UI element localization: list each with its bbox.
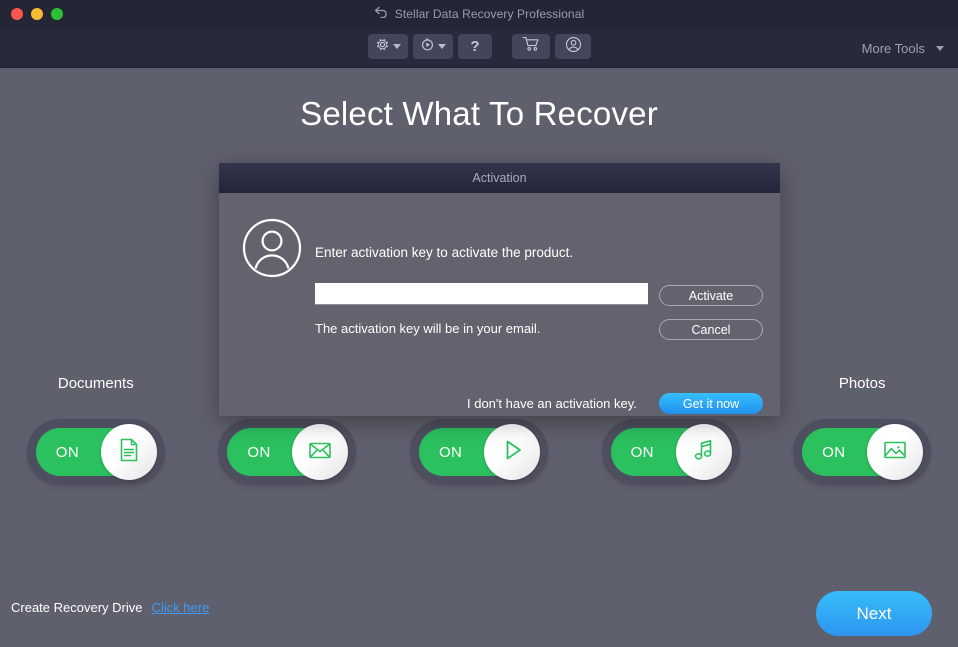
clock-restore-icon xyxy=(420,37,435,57)
create-recovery-drive-label: Create Recovery Drive xyxy=(11,600,143,615)
chevron-down-icon xyxy=(393,44,401,49)
window-titlebar: Stellar Data Recovery Professional xyxy=(0,0,958,28)
no-activation-key-text: I don't have an activation key. xyxy=(467,396,637,411)
dialog-prompt-text: Enter activation key to activate the pro… xyxy=(315,245,574,260)
account-button[interactable] xyxy=(555,34,591,59)
back-arrow-icon xyxy=(374,5,388,23)
toggle-knob xyxy=(483,424,540,480)
toggle-audio[interactable]: ON xyxy=(601,419,740,485)
music-note-icon xyxy=(690,436,718,469)
activation-key-input[interactable] xyxy=(315,283,648,305)
user-account-icon xyxy=(565,36,582,58)
gear-icon xyxy=(375,37,390,57)
toolbar-right-group xyxy=(512,34,591,59)
dialog-title: Activation xyxy=(472,171,527,185)
dialog-body: Enter activation key to activate the pro… xyxy=(219,193,780,416)
buy-now-cart-button[interactable] xyxy=(512,34,550,59)
page-title: Select What To Recover xyxy=(300,95,658,132)
more-tools-menu[interactable]: More Tools xyxy=(862,28,944,68)
help-button[interactable]: ? xyxy=(458,34,492,59)
shopping-cart-icon xyxy=(522,36,541,57)
toggle-state-label: ON xyxy=(822,443,846,461)
toolbar-left-group: ? xyxy=(368,34,492,59)
bottom-bar: Create Recovery Drive Click here Next xyxy=(0,579,958,647)
main-toolbar: ? More Tools xyxy=(0,28,958,68)
application-window: Stellar Data Recovery Professional ? Mor… xyxy=(0,0,958,647)
category-photos: Photos ON xyxy=(775,375,950,485)
cancel-button[interactable]: Cancel xyxy=(659,319,763,340)
dialog-titlebar: Activation xyxy=(219,163,780,193)
settings-button[interactable] xyxy=(368,34,408,59)
play-triangle-icon xyxy=(498,436,526,469)
chevron-down-icon xyxy=(438,44,446,49)
traffic-light-group xyxy=(11,8,63,20)
toggle-state-label: ON xyxy=(630,443,654,461)
toggle-videos[interactable]: ON xyxy=(409,419,548,485)
close-button[interactable] xyxy=(11,8,23,20)
toggle-knob xyxy=(100,424,157,480)
minimize-button[interactable] xyxy=(31,8,43,20)
create-recovery-drive-link[interactable]: Click here xyxy=(152,600,210,615)
toggle-emails[interactable]: ON xyxy=(218,419,357,485)
document-icon xyxy=(115,436,143,469)
window-title-area: Stellar Data Recovery Professional xyxy=(0,0,958,28)
toggle-documents[interactable]: ON xyxy=(26,419,165,485)
user-avatar-icon xyxy=(241,217,303,284)
more-tools-label: More Tools xyxy=(861,40,925,56)
category-documents: Documents ON xyxy=(8,375,183,485)
window-title-text: Stellar Data Recovery Professional xyxy=(394,7,585,21)
next-button[interactable]: Next xyxy=(816,591,932,636)
create-recovery-drive: Create Recovery Drive Click here xyxy=(11,600,209,615)
maximize-button[interactable] xyxy=(51,8,63,20)
toggle-knob xyxy=(867,424,924,480)
toggle-knob xyxy=(675,424,732,480)
envelope-icon xyxy=(306,436,334,469)
toggle-state-label: ON xyxy=(55,443,80,461)
question-mark-icon: ? xyxy=(470,38,480,55)
category-label: Photos xyxy=(838,375,886,392)
activation-dialog: Activation Enter activation key to activ… xyxy=(219,163,780,416)
chevron-down-icon xyxy=(936,45,944,51)
toggle-state-label: ON xyxy=(438,443,463,461)
category-label: Documents xyxy=(57,375,134,392)
get-it-now-button[interactable]: Get it now xyxy=(659,393,763,414)
toggle-photos[interactable]: ON xyxy=(793,419,932,485)
photo-image-icon xyxy=(881,436,909,469)
dialog-hint-text: The activation key will be in your email… xyxy=(315,321,541,336)
toggle-state-label: ON xyxy=(247,443,271,461)
toggle-knob xyxy=(292,424,349,480)
restore-history-button[interactable] xyxy=(413,34,453,59)
activate-button[interactable]: Activate xyxy=(659,285,763,306)
